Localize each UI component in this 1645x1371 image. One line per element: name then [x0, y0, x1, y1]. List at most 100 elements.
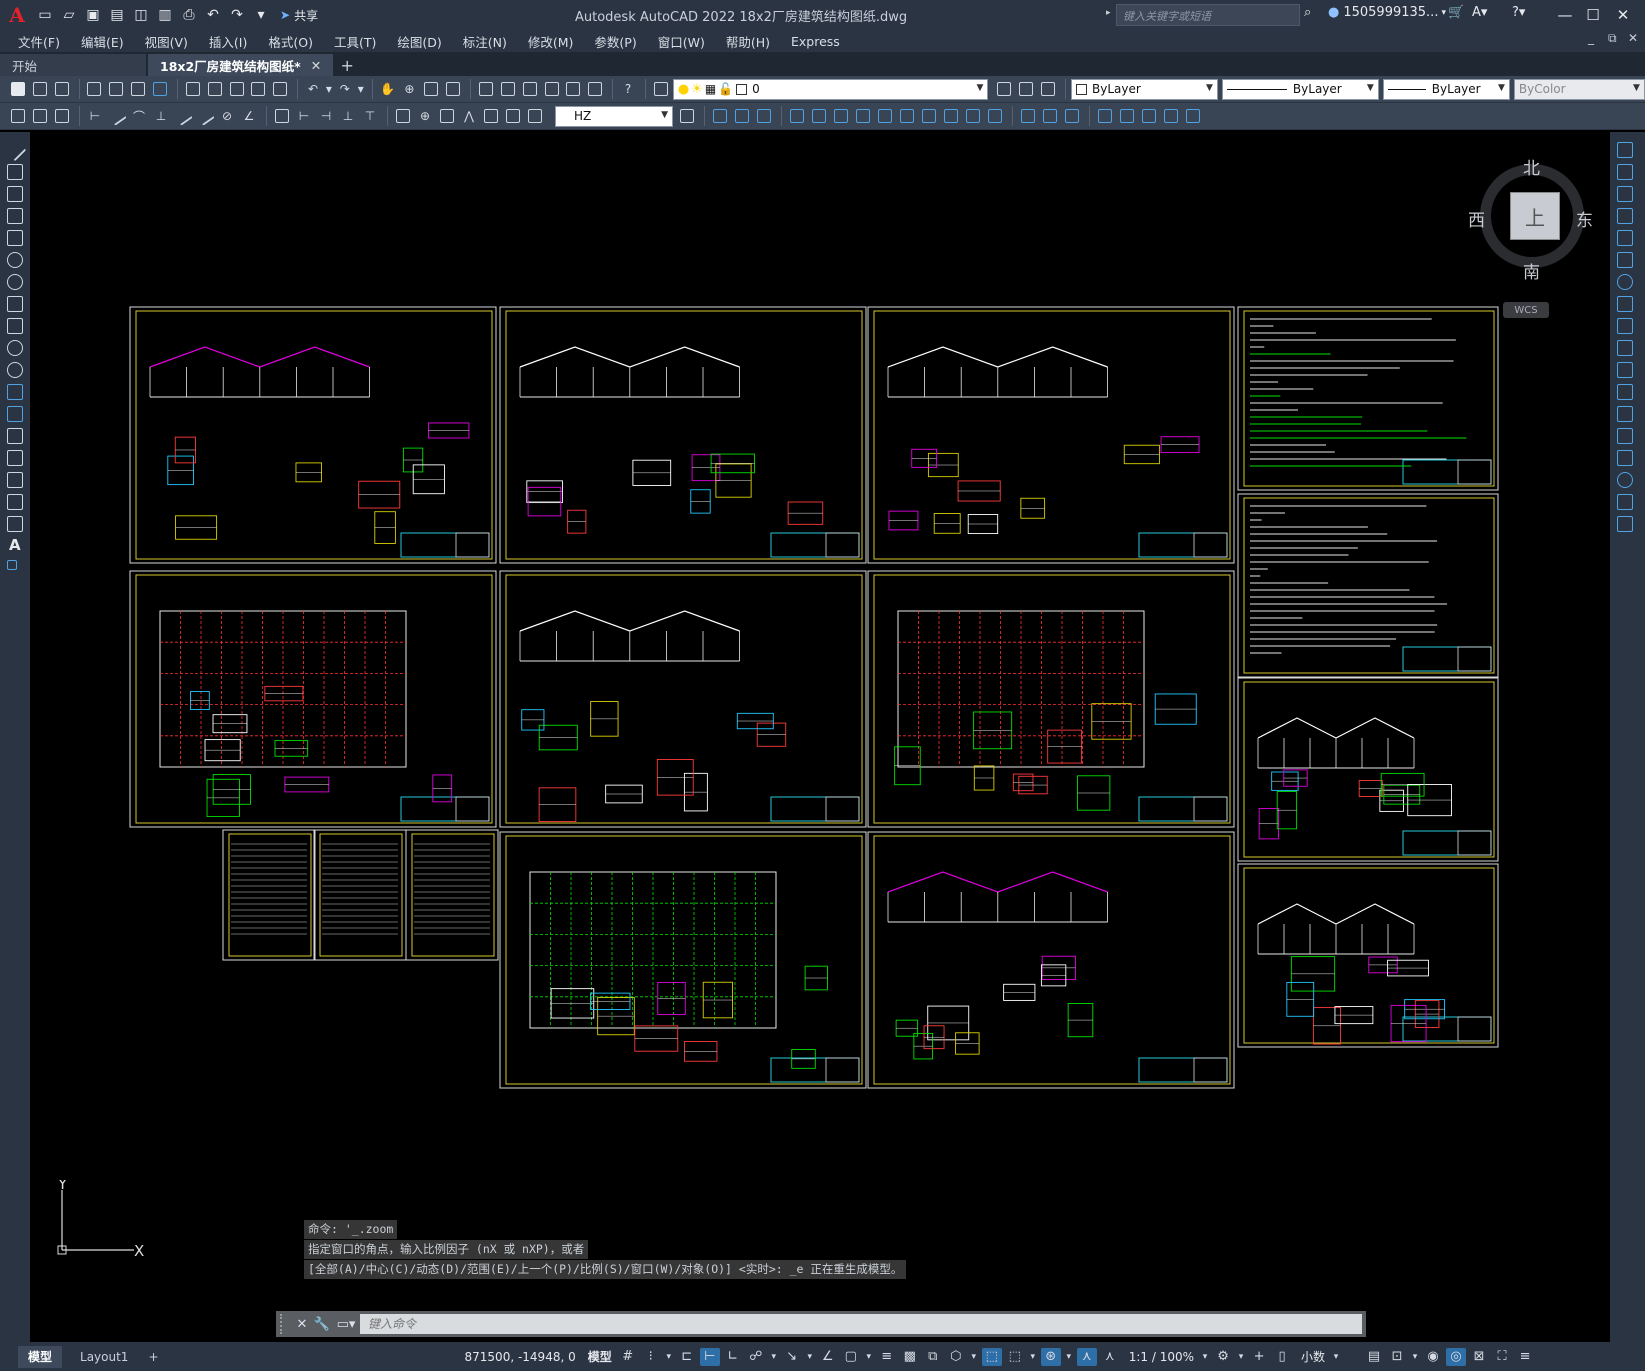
multiline-text-icon[interactable]: A — [9, 536, 21, 554]
erase-icon[interactable] — [1617, 142, 1633, 158]
plot-icon[interactable]: ⎙ — [178, 4, 200, 26]
fillet-icon[interactable] — [1617, 472, 1633, 488]
help-icon[interactable]: ? — [618, 79, 638, 99]
plus-icon[interactable]: + — [1249, 1348, 1269, 1366]
arc-icon[interactable] — [7, 252, 23, 268]
dim-radius-icon[interactable] — [173, 106, 193, 126]
explode-icon[interactable] — [1617, 516, 1633, 532]
dim-break-icon[interactable]: ⊤ — [360, 106, 380, 126]
offset-icon[interactable] — [1617, 208, 1633, 224]
isolate-objects-icon[interactable]: ◉ — [1423, 1348, 1443, 1366]
polyline-icon[interactable] — [7, 186, 23, 202]
preview-icon[interactable] — [106, 79, 126, 99]
search-input[interactable]: 键入关键字或短语 — [1116, 4, 1300, 26]
close-button[interactable]: ✕ — [1610, 4, 1636, 26]
scale-icon[interactable] — [875, 106, 895, 126]
dim-aligned-icon[interactable] — [107, 106, 127, 126]
point-icon[interactable] — [7, 428, 23, 444]
doc-close-button[interactable]: ✕ — [1628, 31, 1638, 45]
menu-item[interactable]: 窗口(W) — [658, 32, 705, 51]
move-icon[interactable] — [831, 106, 851, 126]
viewcube-face-top[interactable]: 上 — [1510, 192, 1560, 240]
save-icon[interactable]: ▣ — [82, 4, 104, 26]
tab-drawing[interactable]: 18x2厂房建筑结构图纸* ✕ — [148, 54, 334, 76]
spline-icon[interactable] — [7, 318, 23, 334]
selection-cycling-icon[interactable]: ⧉ — [923, 1348, 943, 1366]
tab-model[interactable]: 模型 — [18, 1345, 63, 1368]
drawing-canvas[interactable]: 上 北 南 东 西 WCS Y X — [30, 132, 1610, 1342]
publish-icon[interactable] — [128, 79, 148, 99]
viewcube[interactable]: 上 北 南 东 西 — [1468, 154, 1594, 283]
chevron-down-icon[interactable]: ▾ — [969, 1348, 979, 1366]
menu-item[interactable]: 编辑(E) — [81, 32, 124, 51]
quick-properties-icon[interactable]: ▤ — [1364, 1348, 1384, 1366]
chevron-down-icon[interactable]: ▾ — [1064, 1348, 1074, 1366]
polar-tracking-icon[interactable]: ☍ — [746, 1348, 766, 1366]
fullscreen-icon[interactable]: ⛶ — [1492, 1348, 1512, 1366]
save-icon[interactable] — [52, 79, 72, 99]
jogged-linear-icon[interactable]: ⋀ — [459, 106, 479, 126]
layer-state-icon[interactable] — [1038, 79, 1058, 99]
blend-icon[interactable] — [1617, 494, 1633, 510]
dim-jogged-icon[interactable] — [195, 106, 215, 126]
linetype-dropdown[interactable]: ByLayer ▼ — [1221, 78, 1379, 100]
model-space-toggle[interactable]: 模型 — [588, 1348, 612, 1365]
stretch-icon[interactable] — [1617, 318, 1633, 334]
break-icon[interactable] — [1617, 406, 1633, 422]
cart-icon[interactable]: 🛒 — [1448, 5, 1464, 20]
dim-diameter-icon[interactable]: ⊘ — [217, 106, 237, 126]
3d-print-icon[interactable] — [150, 79, 170, 99]
break-point-icon[interactable] — [1617, 384, 1633, 400]
group-bound-icon[interactable] — [1183, 106, 1203, 126]
menu-item[interactable]: 参数(P) — [594, 32, 636, 51]
open-icon[interactable]: ▱ — [58, 4, 80, 26]
gradient-icon[interactable] — [7, 472, 23, 488]
rotate-icon[interactable] — [1617, 274, 1633, 290]
compass-east[interactable]: 东 — [1576, 206, 1593, 231]
layer-dropdown[interactable]: ● ☀ ▦ 🔓 0 ▼ — [672, 78, 989, 100]
block-editor-icon[interactable] — [270, 79, 290, 99]
join-icon[interactable] — [985, 106, 1005, 126]
make-block-icon[interactable] — [7, 406, 23, 422]
menu-item[interactable]: 帮助(H) — [726, 32, 770, 51]
line-icon[interactable] — [3, 138, 27, 162]
isodraft-icon[interactable]: ↘ — [782, 1348, 802, 1366]
help-icon[interactable]: ?▾ — [1512, 5, 1525, 20]
doc-restore-button[interactable]: ⧉ — [1608, 31, 1617, 46]
dim-space-icon[interactable]: ⊥ — [338, 106, 358, 126]
mirror-icon[interactable] — [1617, 186, 1633, 202]
center-mark-icon[interactable]: ⊕ — [415, 106, 435, 126]
color-dropdown[interactable]: ByLayer ▼ — [1070, 78, 1218, 100]
menu-item[interactable]: 格式(O) — [268, 32, 313, 51]
compass-north[interactable]: 北 — [1523, 154, 1540, 179]
zoom-window-icon[interactable] — [421, 79, 441, 99]
object-snap-tracking-icon[interactable]: ∠ — [818, 1348, 838, 1366]
copy-obj-icon[interactable] — [732, 106, 752, 126]
annotation-visibility-icon[interactable]: ⋏ — [1076, 1347, 1097, 1366]
annotation-scale[interactable]: 1:1 / 100% — [1129, 1350, 1194, 1364]
group-edit-icon[interactable] — [1139, 106, 1159, 126]
compass-south[interactable]: 南 — [1523, 258, 1540, 283]
rotate-icon[interactable] — [853, 106, 873, 126]
wrench-icon[interactable]: 🔧 — [312, 1317, 332, 1332]
draw-order-icon[interactable] — [8, 106, 28, 126]
polygon-icon[interactable] — [7, 208, 23, 224]
redo-icon[interactable]: ↷ — [226, 4, 248, 26]
open-icon[interactable] — [30, 79, 50, 99]
transparency-icon[interactable]: ▩ — [900, 1348, 920, 1366]
units-selector[interactable]: 小数 — [1301, 1348, 1325, 1365]
dropdown-icon[interactable]: ▾ — [250, 4, 272, 26]
lineweight-icon[interactable]: ≡ — [877, 1348, 897, 1366]
copy-icon[interactable] — [1617, 164, 1633, 180]
grid-icon[interactable]: # — [618, 1348, 638, 1366]
zoom-previous-icon[interactable] — [443, 79, 463, 99]
units-icon[interactable]: ▯ — [1272, 1348, 1292, 1366]
zoom-realtime-icon[interactable]: ⊕ — [400, 79, 420, 99]
chamfer-icon[interactable] — [1617, 450, 1633, 466]
recent-commands-icon[interactable]: ▭▾ — [332, 1317, 360, 1332]
group-select-icon[interactable] — [1161, 106, 1181, 126]
layer-previous-icon[interactable] — [1016, 79, 1036, 99]
gizmo-icon[interactable]: ⊛ — [1040, 1347, 1061, 1366]
coordinates-readout[interactable]: 871500, -14948, 0 — [465, 1350, 576, 1364]
undo-icon[interactable]: ↶ — [303, 79, 323, 99]
